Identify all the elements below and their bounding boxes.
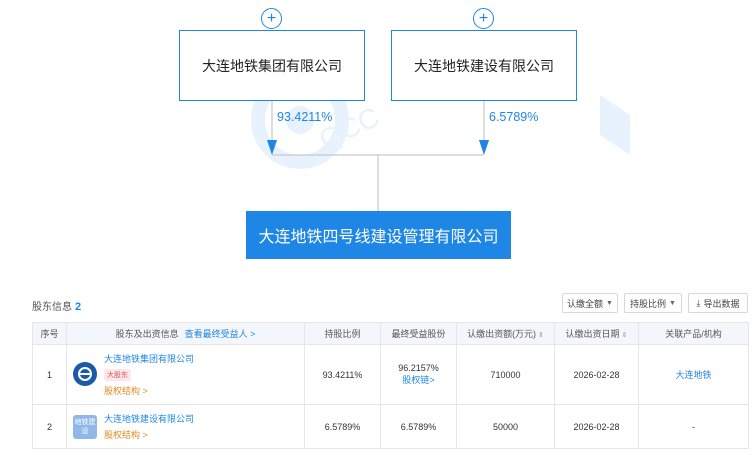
target-company-node[interactable]: 大连地铁四号线建设管理有限公司 <box>246 211 511 259</box>
shareholder-table: 序号 股东及出资信息 查看最终受益人 > 持股比例 最终受益股份 认缴出资额(万元… <box>32 322 749 449</box>
metro-group-logo-icon <box>73 362 97 386</box>
holder-node-1[interactable]: 大连地铁集团有限公司 <box>179 30 365 101</box>
holder-2-percent: 6.5789% <box>489 110 539 124</box>
row-index: 2 <box>32 404 67 449</box>
holding-ratio-label: 持股比例 <box>630 298 667 309</box>
holder-cell: 大连地铁集团有限公司 大股东 股权结构 > <box>66 344 305 405</box>
holder-cell: 地铁建设 大连地铁建设有限公司 股权结构 > <box>66 404 305 449</box>
final-benefit-value: 96.2157% <box>398 363 439 373</box>
col-final-benefit: 最终受益股份 <box>380 322 457 345</box>
major-shareholder-badge: 大股东 <box>104 369 131 381</box>
metro-construction-logo-icon: 地铁建设 <box>73 415 97 439</box>
col-subscribed-date[interactable]: 认缴出资日期 ⇕ <box>554 322 639 345</box>
holder-name-link[interactable]: 大连地铁集团有限公司 <box>104 352 194 365</box>
final-benefit-cell: 96.2157% 股权链> <box>380 344 457 405</box>
subscribed-all-label: 认缴全额 <box>567 298 604 309</box>
section-title: 股东信息 2 <box>32 298 81 313</box>
table-row: 2 地铁建设 大连地铁建设有限公司 股权结构 > 6.5789% 6.5789%… <box>32 404 749 449</box>
sort-icon[interactable]: ⇕ <box>622 332 628 339</box>
holder-node-1-name: 大连地铁集团有限公司 <box>202 57 342 74</box>
holder-node-2[interactable]: 大连地铁建设有限公司 <box>391 30 577 101</box>
related-cell: - <box>638 404 749 449</box>
export-label: 导出数据 <box>703 298 740 309</box>
col-subscribed-amount[interactable]: 认缴出资额(万元) ⇕ <box>456 322 555 345</box>
equity-chain-link[interactable]: 股权链> <box>402 375 434 385</box>
ratio-cell: 6.5789% <box>304 404 381 449</box>
col-index: 序号 <box>32 322 67 345</box>
amount-cell: 710000 <box>456 344 555 405</box>
equity-structure-link[interactable]: 股权结构 > <box>104 384 194 397</box>
section-title-text: 股东信息 <box>32 302 72 313</box>
related-product-link[interactable]: 大连地铁 <box>675 370 711 380</box>
view-beneficiary-link[interactable]: 查看最终受益人 > <box>185 329 256 339</box>
col-related: 关联产品/机构 <box>638 322 749 345</box>
holder-node-2-name: 大连地铁建设有限公司 <box>414 57 554 74</box>
holder-1-percent: 93.4211% <box>277 110 333 124</box>
ownership-diagram: QCC + + 大连地铁集团有限公司 大连地铁建设有限公司 93.4211% 6… <box>0 0 756 290</box>
col-subscribed-date-label: 认缴出资日期 <box>565 329 620 339</box>
sort-icon[interactable]: ⇕ <box>538 332 544 339</box>
col-subscribed-amount-label: 认缴出资额(万元) <box>467 329 537 339</box>
date-cell: 2026-02-28 <box>554 344 639 405</box>
amount-cell: 50000 <box>456 404 555 449</box>
download-icon: ⤓ <box>696 297 701 308</box>
subscribed-all-dropdown[interactable]: 认缴全额 ▼ <box>562 293 618 313</box>
table-row: 1 大连地铁集团有限公司 大股东 股权结构 > 93.4211% 96.2157… <box>32 344 749 405</box>
table-header-row: 序号 股东及出资信息 查看最终受益人 > 持股比例 最终受益股份 认缴出资额(万元… <box>32 322 749 345</box>
related-cell: 大连地铁 <box>638 344 749 405</box>
col-holder: 股东及出资信息 查看最终受益人 > <box>66 322 305 345</box>
final-benefit-cell: 6.5789% <box>380 404 457 449</box>
holding-ratio-dropdown[interactable]: 持股比例 ▼ <box>624 293 682 313</box>
chevron-down-icon: ▼ <box>669 299 676 307</box>
holder-name-link[interactable]: 大连地铁建设有限公司 <box>104 412 194 425</box>
col-ratio: 持股比例 <box>304 322 381 345</box>
chevron-down-icon: ▼ <box>606 299 613 307</box>
expand-holder-1-button[interactable]: + <box>261 8 282 29</box>
export-button[interactable]: ⤓ 导出数据 <box>688 293 748 313</box>
ratio-cell: 93.4211% <box>304 344 381 405</box>
expand-holder-2-button[interactable]: + <box>473 8 494 29</box>
col-holder-label: 股东及出资信息 <box>115 329 179 339</box>
equity-structure-link[interactable]: 股权结构 > <box>104 428 194 441</box>
date-cell: 2026-02-28 <box>554 404 639 449</box>
row-index: 1 <box>32 344 67 405</box>
shareholder-count: 2 <box>75 301 82 313</box>
